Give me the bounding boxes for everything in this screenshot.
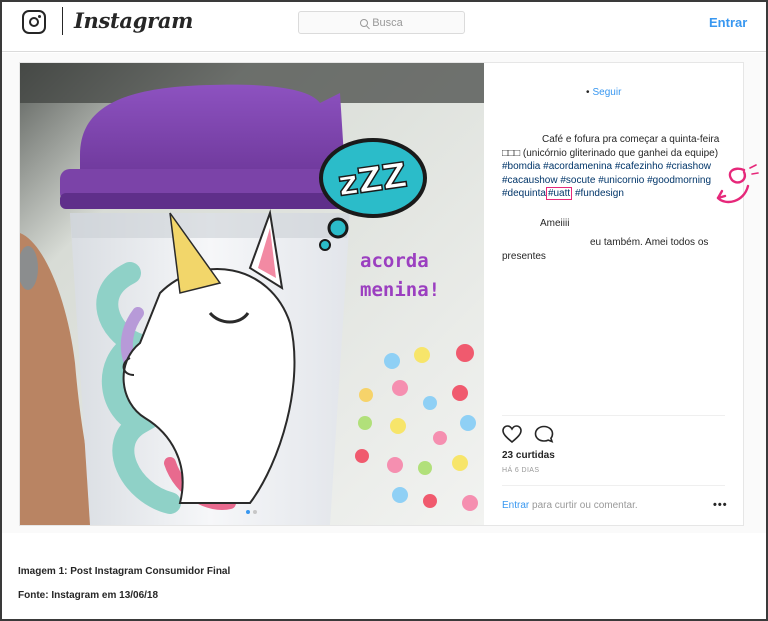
brand-divider bbox=[62, 7, 63, 35]
overlay-line-1: acorda bbox=[360, 250, 429, 272]
add-comment-prompt: Entrar para curtir ou comentar. bbox=[502, 500, 638, 511]
divider bbox=[502, 415, 725, 416]
figure-caption-source: Fonte: Instagram em 13/06/18 bbox=[18, 590, 159, 601]
search-placeholder: Busca bbox=[372, 16, 403, 29]
comment-icon[interactable] bbox=[534, 425, 554, 443]
post-sidebar: • Seguir Café e fofura pra começar a quin… bbox=[484, 63, 743, 525]
hashtag-group-4[interactable]: #fundesign bbox=[575, 188, 624, 199]
comment-item: eu também. Amei todos os presentes bbox=[502, 236, 727, 264]
instagram-wordmark[interactable]: Instagram bbox=[74, 8, 193, 33]
divider bbox=[502, 485, 725, 486]
search-input[interactable]: Busca bbox=[298, 11, 465, 34]
heart-icon[interactable] bbox=[502, 425, 522, 443]
instagram-icon[interactable] bbox=[22, 10, 46, 34]
comment-text: eu também. Amei todos os presentes bbox=[502, 237, 709, 262]
login-to-comment-link[interactable]: Entrar bbox=[502, 500, 529, 511]
comment-item: Ameiiii bbox=[540, 218, 570, 229]
pink-arrow-annotation bbox=[716, 164, 759, 204]
figure-caption-title: Imagem 1: Post Instagram Consumidor Fina… bbox=[18, 566, 231, 577]
top-navigation-bar: Instagram Busca Entrar bbox=[2, 2, 766, 52]
likes-count[interactable]: 23 curtidas bbox=[502, 450, 555, 461]
post-caption: Café e fofura pra começar a quinta-feira… bbox=[502, 133, 727, 204]
overlay-line-2: menina! bbox=[360, 279, 440, 301]
hashtag-highlighted[interactable]: #uatt bbox=[545, 187, 573, 200]
follow-link[interactable]: • Seguir bbox=[586, 87, 621, 98]
search-icon bbox=[360, 18, 369, 27]
more-options-icon[interactable]: ••• bbox=[713, 500, 728, 511]
carousel-dot[interactable] bbox=[253, 510, 257, 514]
hashtag-group-1[interactable]: #bomdia #acordamenina bbox=[502, 161, 612, 172]
post-age[interactable]: HÁ 6 DIAS bbox=[502, 467, 539, 474]
post-card: zZZ acorda menina! • Seguir Café e fofur… bbox=[19, 62, 744, 526]
caption-text: Café e fofura pra começar a quinta-feira… bbox=[502, 134, 720, 159]
unicorn-tumbler-photo: zZZ acorda menina! bbox=[20, 63, 484, 525]
login-link[interactable]: Entrar bbox=[709, 15, 747, 30]
follow-label[interactable]: Seguir bbox=[593, 87, 622, 98]
post-photo[interactable]: zZZ acorda menina! bbox=[20, 63, 484, 525]
add-comment-text: para curtir ou comentar. bbox=[532, 500, 638, 511]
carousel-dot-active[interactable] bbox=[246, 510, 250, 514]
